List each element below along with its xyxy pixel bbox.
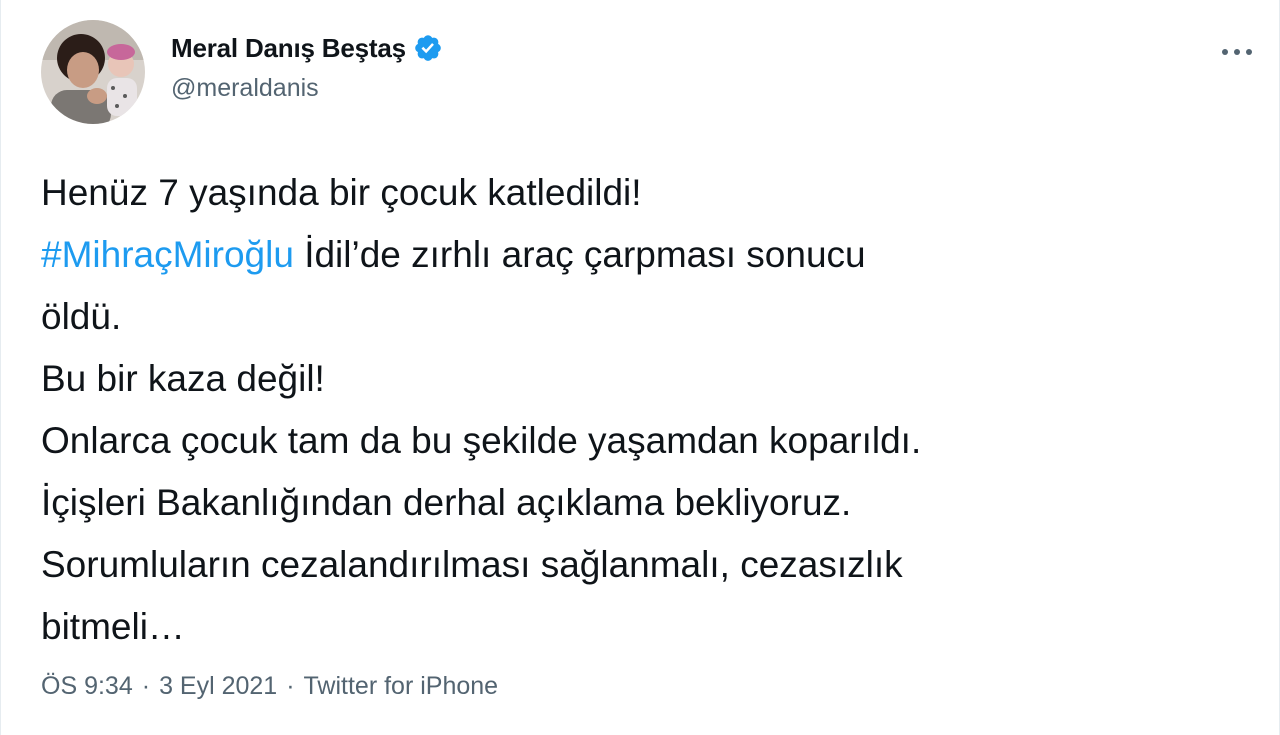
verified-badge-icon (413, 33, 443, 63)
tweet-card: Meral Danış Beştaş @meraldanis Henüz 7 y… (0, 0, 1280, 735)
avatar-photo (41, 20, 145, 124)
tweet-header: Meral Danış Beştaş @meraldanis (41, 20, 1259, 124)
meta-separator: · (286, 672, 295, 700)
display-name[interactable]: Meral Danış Beştaş (171, 33, 406, 64)
tweet-line-2-text: İdil’de zırhlı araç çarpması sonucu (293, 234, 866, 275)
more-options-icon[interactable] (1215, 30, 1259, 74)
author-info: Meral Danış Beştaş @meraldanis (171, 28, 443, 103)
name-row: Meral Danış Beştaş (171, 28, 443, 68)
tweet-line-3: öldü. (41, 296, 122, 337)
tweet-line-8: bitmeli… (41, 606, 185, 647)
tweet-line-1: Henüz 7 yaşında bir çocuk katledildi! (41, 172, 642, 213)
hashtag-link[interactable]: #MihraçMiroğlu (41, 234, 294, 275)
avatar[interactable] (41, 20, 145, 124)
user-handle[interactable]: @meraldanis (171, 74, 443, 103)
tweet-date-link[interactable]: 3 Eyl 2021 (159, 672, 277, 701)
tweet-line-2: #MihraçMiroğlu İdil’de zırhlı araç çarpm… (41, 224, 1241, 286)
tweet-meta: ÖS 9:34 · 3 Eyl 2021 · Twitter for iPhon… (41, 672, 498, 701)
tweet-source-link[interactable]: Twitter for iPhone (304, 672, 499, 701)
tweet-line-5: Onlarca çocuk tam da bu şekilde yaşamdan… (41, 420, 922, 461)
tweet-line-7: Sorumluların cezalandırılması sağlanmalı… (41, 544, 903, 585)
meta-separator: · (141, 672, 151, 700)
tweet-text: Henüz 7 yaşında bir çocuk katledildi! #M… (41, 162, 1241, 658)
tweet-line-6: İçişleri Bakanlığından derhal açıklama b… (41, 482, 852, 523)
tweet-time-link[interactable]: ÖS 9:34 (41, 672, 133, 701)
tweet-line-4: Bu bir kaza değil! (41, 358, 325, 399)
